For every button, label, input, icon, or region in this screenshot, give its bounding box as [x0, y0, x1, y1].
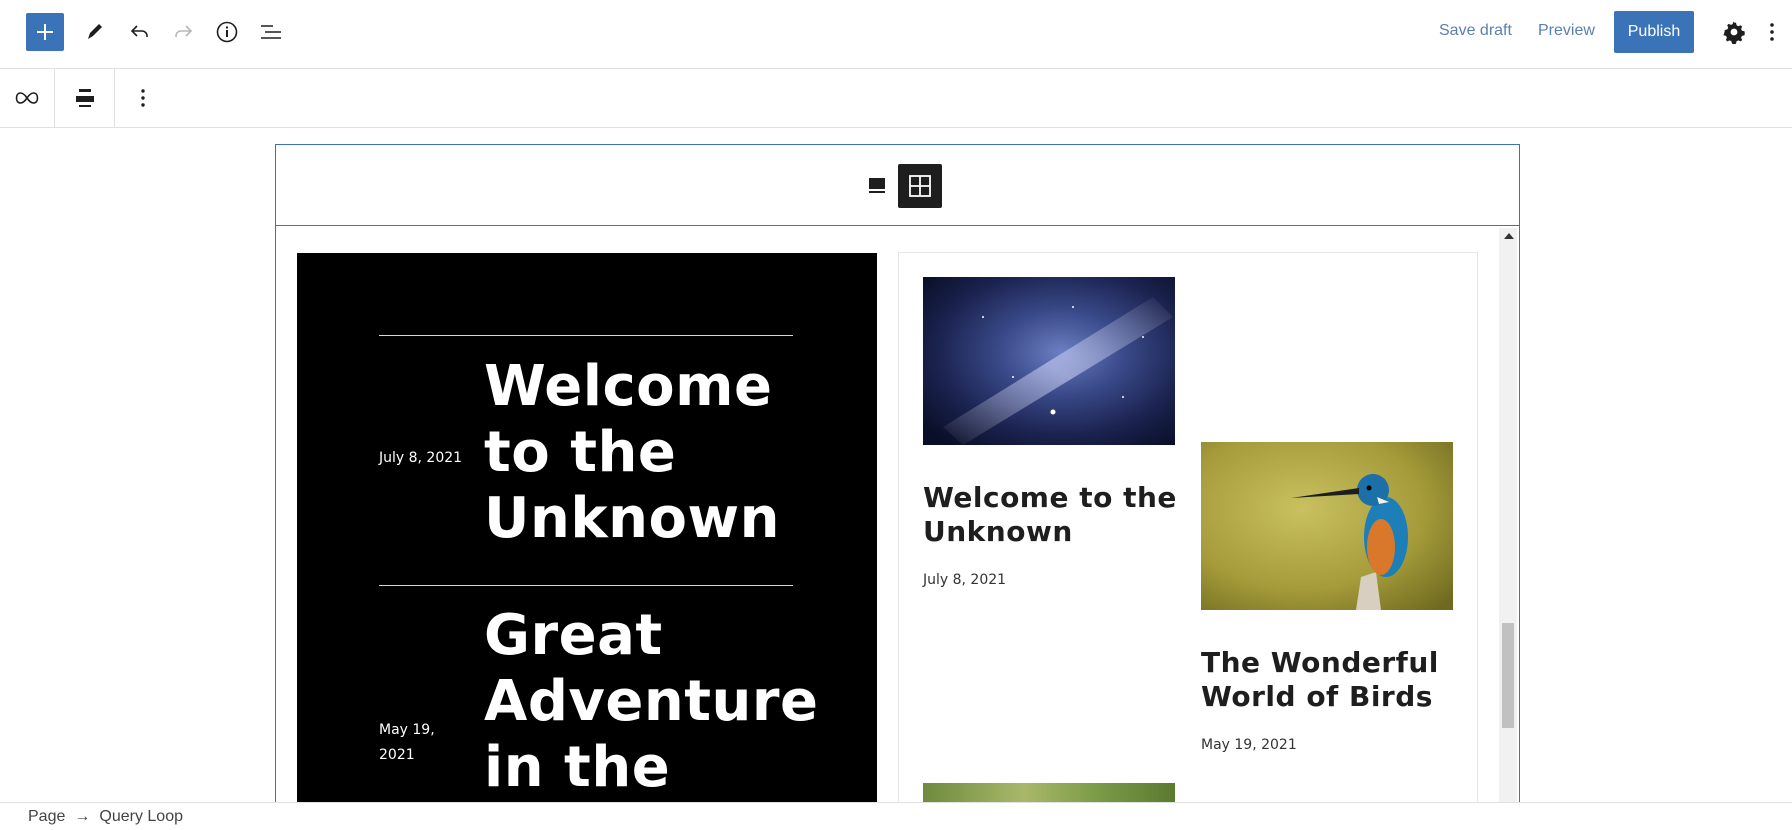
info-icon [216, 21, 238, 43]
plus-icon [37, 24, 53, 40]
align-button[interactable] [55, 69, 115, 127]
grid-view-button[interactable] [898, 164, 942, 208]
single-view-icon [869, 178, 885, 193]
add-block-button[interactable] [26, 13, 64, 51]
post-date: May 19, 2021 [379, 722, 435, 763]
vertical-ellipsis-icon [140, 89, 145, 107]
tools-button[interactable] [76, 13, 114, 51]
publish-button[interactable]: Publish [1614, 11, 1694, 53]
breadcrumb-item-page[interactable]: Page [28, 808, 65, 826]
loop-icon [15, 92, 39, 104]
post-date: July 8, 2021 [379, 450, 463, 466]
options-button[interactable] [1760, 13, 1784, 51]
editor-top-toolbar: Save draft Preview Publish [0, 0, 1792, 69]
divider [379, 335, 793, 336]
preview-button[interactable]: Preview [1538, 22, 1595, 40]
scrollbar[interactable] [1499, 228, 1517, 802]
undo-icon [130, 25, 148, 37]
breadcrumb-item-query-loop[interactable]: Query Loop [99, 808, 183, 826]
post-title: Great Adventure in the [484, 603, 819, 800]
editor-canvas: July 8, 2021 Welcome to the Unknown May … [0, 128, 1792, 802]
pattern-preview-dark[interactable]: July 8, 2021 Welcome to the Unknown May … [297, 253, 877, 802]
pattern-view-toolbar [276, 145, 1519, 226]
foliage-image [923, 783, 1175, 802]
more-options-button[interactable] [115, 69, 170, 127]
galaxy-image [923, 277, 1175, 445]
settings-button[interactable] [1715, 13, 1753, 51]
breadcrumb: Page → Query Loop [0, 802, 1792, 830]
carousel-view-button[interactable] [866, 173, 888, 197]
details-button[interactable] [208, 13, 246, 51]
list-view-button[interactable] [252, 13, 290, 51]
post-title: The Wonderful World of Birds [1201, 646, 1439, 713]
block-type-button[interactable] [0, 69, 55, 127]
pattern-preview-grid[interactable]: Welcome to the Unknown July 8, 2021 The … [898, 252, 1478, 802]
undo-button[interactable] [121, 13, 159, 51]
kingfisher-image [1201, 442, 1453, 610]
scrollbar-thumb[interactable] [1502, 623, 1514, 728]
post-date: May 19, 2021 [1201, 737, 1297, 753]
post-date: July 8, 2021 [923, 572, 1007, 588]
save-draft-button[interactable]: Save draft [1439, 22, 1512, 40]
pencil-icon [88, 24, 102, 39]
divider [379, 585, 793, 586]
list-view-icon [261, 25, 281, 39]
post-title: Welcome to the Unknown [484, 354, 781, 551]
breadcrumb-separator: → [74, 807, 91, 825]
block-toolbar [0, 69, 1792, 128]
gear-icon [1723, 21, 1745, 44]
vertical-ellipsis-icon [1770, 23, 1774, 41]
grid-view-icon [909, 175, 931, 197]
pattern-previews[interactable]: July 8, 2021 Welcome to the Unknown May … [276, 228, 1519, 802]
redo-button[interactable] [164, 13, 202, 51]
pattern-selection-block: July 8, 2021 Welcome to the Unknown May … [275, 144, 1520, 802]
post-title: Welcome to the Unknown [923, 481, 1177, 548]
align-center-icon [75, 89, 94, 107]
redo-icon [175, 25, 193, 37]
scroll-up-arrow-icon[interactable] [1504, 233, 1514, 239]
